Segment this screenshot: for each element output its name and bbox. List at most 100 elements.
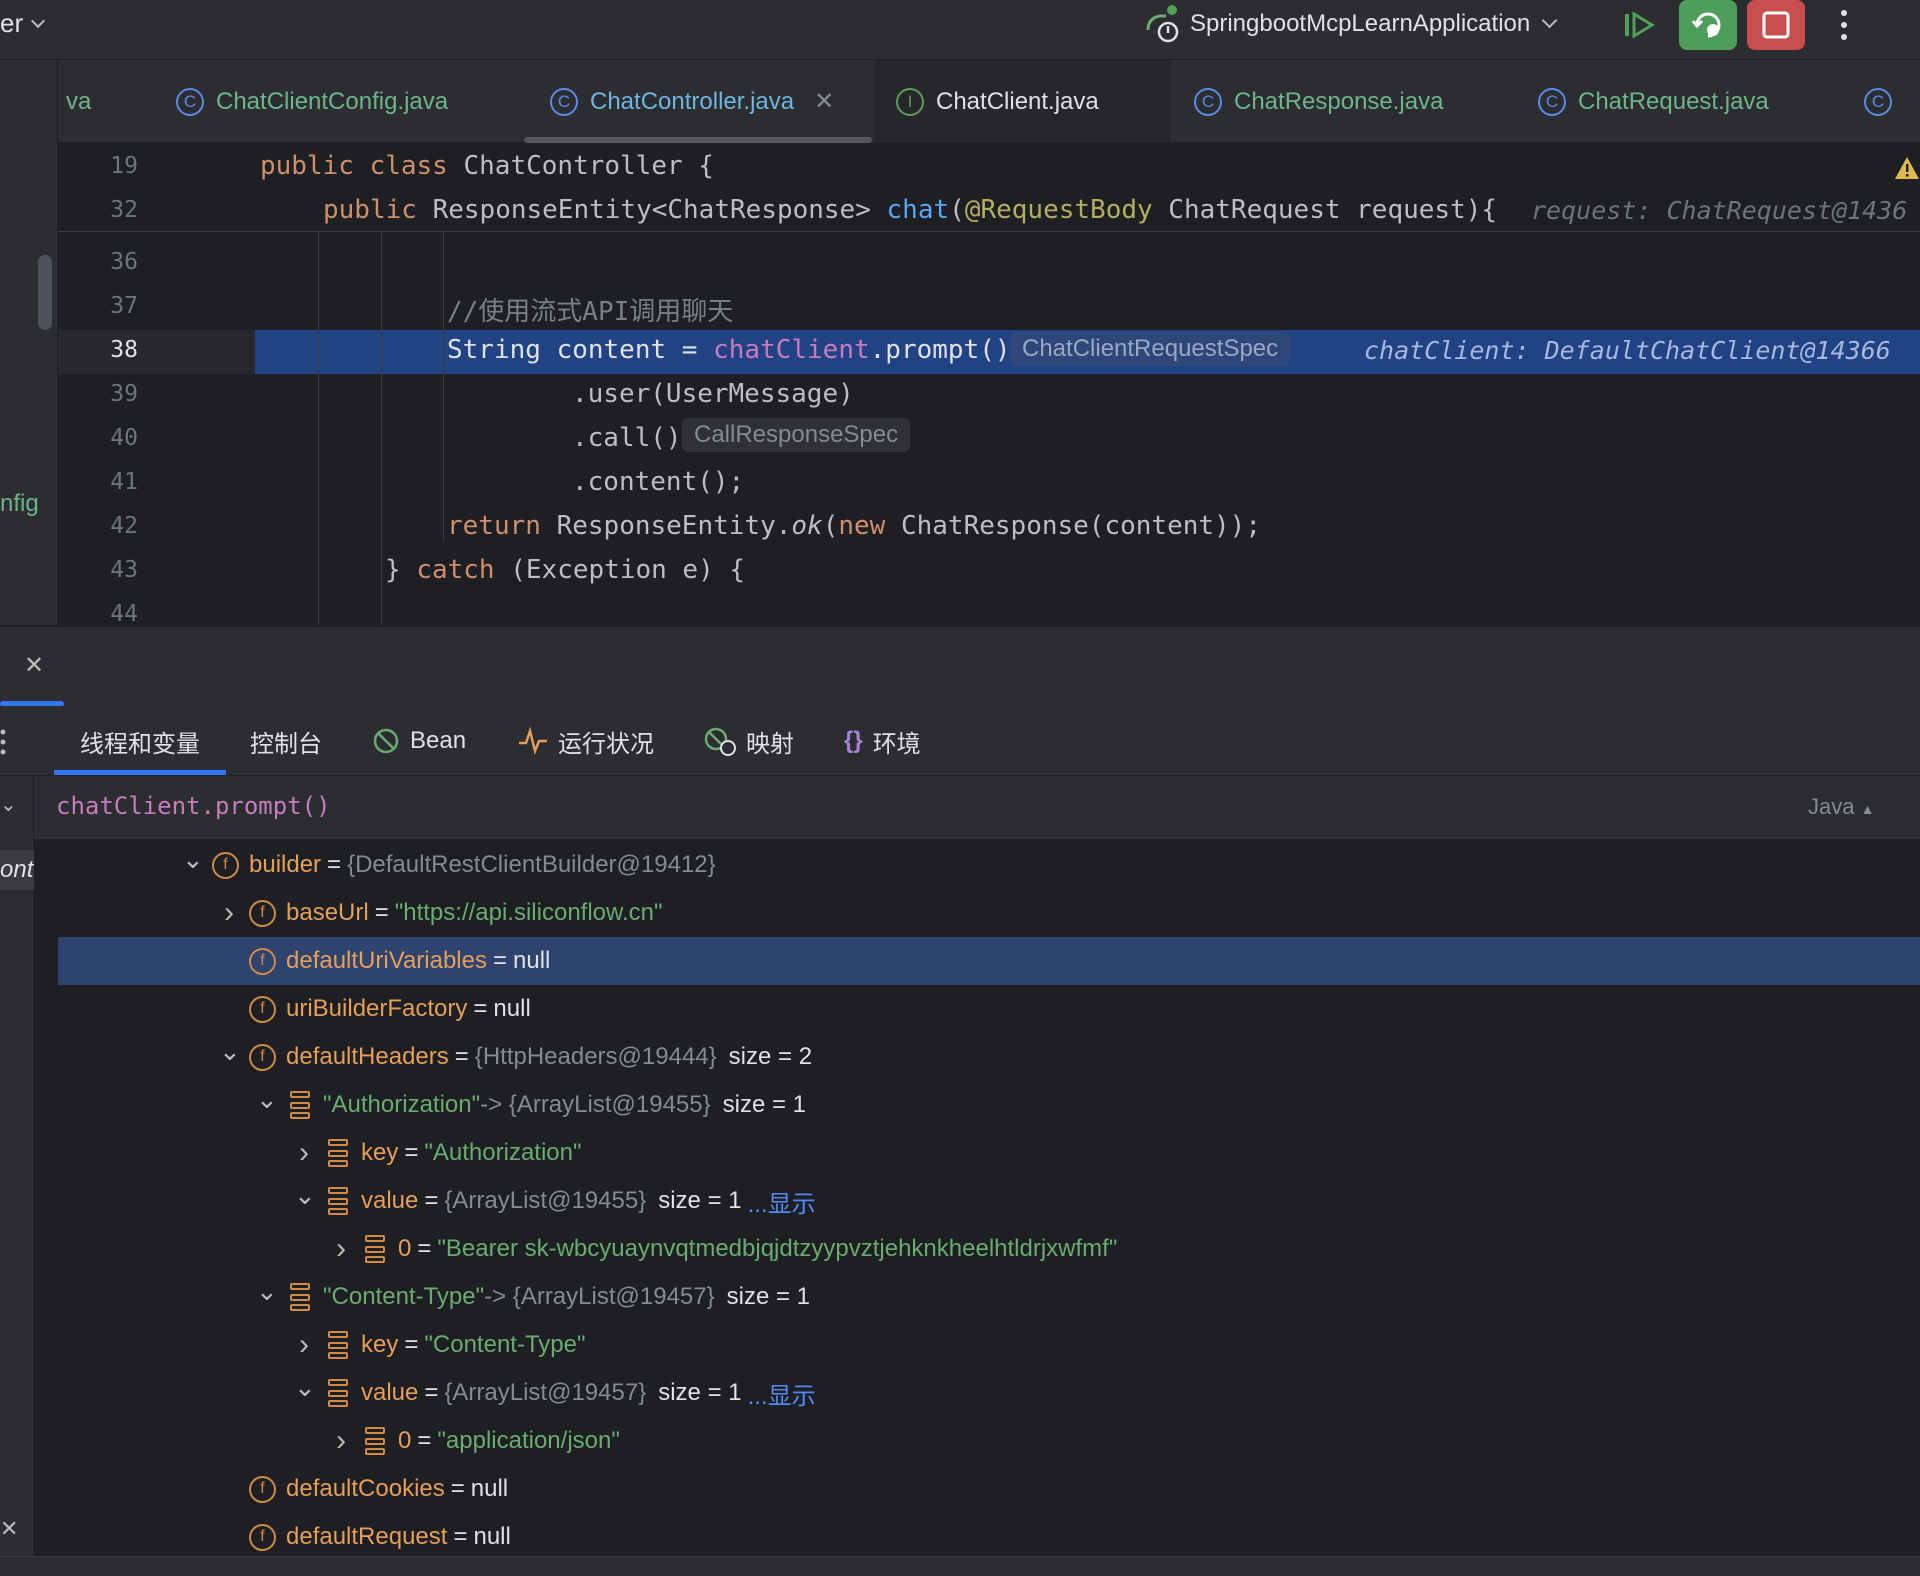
variable-row[interactable]: f uriBuilderFactory = null: [58, 985, 1920, 1033]
tab-chatclient[interactable]: I ChatClient.java: [896, 60, 1099, 143]
variable-reference: {ArrayList@19457}: [444, 1379, 647, 1406]
tab-label: ChatController.java: [590, 87, 795, 115]
tab-health[interactable]: 运行状况: [518, 706, 654, 776]
expression-input[interactable]: chatClient.prompt(): [56, 792, 331, 820]
variable-row[interactable]: ⌄ "Content-Type" -> {ArrayList@19457} size…: [58, 1273, 1920, 1321]
show-value-link[interactable]: ...显示: [748, 1184, 816, 1219]
variable-row[interactable]: f defaultCookies = null: [58, 1465, 1920, 1513]
tab-chatcontroller[interactable]: C ChatController.java ✕: [550, 60, 834, 143]
code-line: public class ChatController {: [260, 151, 714, 181]
tab-label: ChatRequest.java: [1578, 87, 1769, 115]
evaluate-expression-bar[interactable]: chatClient.prompt() Java ▲: [34, 776, 1920, 840]
class-icon: C: [176, 87, 204, 116]
tab-label: ChatClient.java: [936, 87, 1099, 115]
variable-row[interactable]: ⌄ "Authorization" -> {ArrayList@19455} siz…: [58, 1081, 1920, 1129]
list-icon: [365, 1235, 385, 1263]
tab-partial[interactable]: va: [66, 60, 91, 143]
variable-row[interactable]: ⌄ f defaultHeaders = {HttpHeaders@19444} size…: [58, 1033, 1920, 1081]
project-tree-item[interactable]: nfig: [0, 490, 39, 518]
variable-size: size = 2: [728, 1043, 813, 1070]
close-tab-icon[interactable]: ✕: [814, 87, 834, 116]
line-number: 42: [110, 513, 138, 539]
tab-console[interactable]: 控制台: [250, 706, 322, 776]
warning-icon[interactable]: [1894, 155, 1920, 181]
variable-name: uriBuilderFactory: [286, 995, 468, 1022]
run-configuration-selector[interactable]: SpringbootMcpLearnApplication: [1142, 5, 1558, 43]
chevron-down-icon[interactable]: ⌄: [256, 1276, 278, 1307]
variable-row[interactable]: ⌄ value = {ArrayList@19455} size = 1 ...显示: [58, 1177, 1920, 1225]
type-hint: ChatClientRequestSpec: [1010, 332, 1291, 366]
list-icon: [290, 1283, 310, 1311]
indent-guide: [318, 231, 319, 625]
tab-label: 运行状况: [558, 730, 654, 758]
line-number: 41: [110, 469, 138, 495]
tab-environment[interactable]: {} 环境: [844, 706, 921, 776]
chevron-down-icon[interactable]: ⌄: [219, 1036, 241, 1067]
variable-row[interactable]: › 0 = "Bearer sk-wbcyuaynvqtmedbjqjdtzyypvz…: [58, 1225, 1920, 1273]
line-number: 37: [110, 293, 138, 319]
more-vertical-icon[interactable]: [0, 728, 8, 756]
frame-item[interactable]: onti: [0, 850, 34, 890]
stop-button[interactable]: [1747, 0, 1805, 50]
chevron-right-icon[interactable]: ›: [294, 1136, 314, 1170]
language-selector[interactable]: Java ▲: [1808, 794, 1874, 820]
variables-tree[interactable]: ⌄ f builder = {DefaultRestClientBuilder@1941…: [34, 841, 1920, 1556]
variable-name: value: [361, 1379, 419, 1406]
health-pulse-icon: [519, 727, 547, 755]
variable-row[interactable]: › f baseUrl = "https://api.siliconflow.cn": [58, 889, 1920, 937]
line-number: 43: [110, 557, 138, 583]
variable-name: baseUrl: [286, 899, 369, 926]
tab-overflow[interactable]: C: [1864, 60, 1904, 143]
chevron-right-icon[interactable]: ›: [294, 1328, 314, 1362]
tab-mappings[interactable]: 映射: [704, 706, 794, 776]
variable-row[interactable]: f defaultUriVariables = null: [58, 937, 1920, 985]
rerun-debug-button[interactable]: [1679, 0, 1737, 50]
resume-button[interactable]: [1610, 0, 1668, 50]
tab-chatresponse[interactable]: C ChatResponse.java: [1194, 60, 1443, 143]
variable-name: 0: [398, 1235, 412, 1262]
variable-row[interactable]: › 0 = "application/json": [58, 1417, 1920, 1465]
variable-reference: {HttpHeaders@19444}: [474, 1043, 717, 1070]
variable-string-value: "Authorization": [424, 1139, 582, 1166]
variable-row[interactable]: ⌄ value = {ArrayList@19457} size = 1 ...显示: [58, 1369, 1920, 1417]
line-number: 19: [110, 153, 138, 179]
debug-tool-window-header: ✕: [0, 626, 1920, 707]
tab-chatrequest[interactable]: C ChatRequest.java: [1538, 60, 1769, 143]
project-scrollbar[interactable]: [38, 255, 52, 330]
variable-string-value: "application/json": [437, 1427, 620, 1454]
variable-row[interactable]: › key = "Authorization": [58, 1129, 1920, 1177]
more-vertical-icon: [1841, 10, 1847, 40]
tab-chatclientconfig[interactable]: C ChatClientConfig.java: [176, 60, 448, 143]
equals-sign: =: [424, 1379, 439, 1406]
more-actions-button[interactable]: [1815, 0, 1873, 50]
chevron-right-icon[interactable]: ›: [219, 896, 239, 930]
tab-bean[interactable]: Bean: [372, 706, 466, 776]
chevron-right-icon[interactable]: ›: [331, 1232, 351, 1266]
chevron-down-icon[interactable]: ⌄: [294, 1180, 316, 1211]
language-label: Java: [1808, 794, 1855, 819]
tab-threads-variables[interactable]: 线程和变量: [80, 706, 200, 776]
equals-sign: =: [454, 1043, 469, 1070]
close-icon[interactable]: ✕: [0, 1516, 18, 1542]
code-line: public ResponseEntity<ChatResponse> chat…: [323, 195, 1498, 225]
line-number: 40: [110, 425, 138, 451]
class-icon: C: [1538, 87, 1566, 116]
variable-row[interactable]: f defaultRequest = null: [58, 1513, 1920, 1556]
chevron-down-icon[interactable]: ⌄: [0, 792, 17, 817]
chevron-right-icon[interactable]: ›: [331, 1424, 351, 1458]
line-number: 38: [110, 337, 138, 363]
title-bar: er SpringbootMcpLearnApplication: [0, 0, 1920, 60]
show-value-link[interactable]: ...显示: [748, 1376, 816, 1411]
variable-name: defaultHeaders: [286, 1043, 449, 1070]
chevron-down-icon[interactable]: ⌄: [182, 844, 204, 875]
chevron-down-icon[interactable]: ⌄: [294, 1372, 316, 1403]
tab-label: Bean: [410, 727, 467, 754]
project-menu[interactable]: er: [0, 8, 46, 39]
chevron-down-icon[interactable]: ⌄: [256, 1084, 278, 1115]
variable-row[interactable]: ⌄ f builder = {DefaultRestClientBuilder@1941…: [58, 841, 1920, 889]
line-number: 44: [110, 601, 138, 625]
code-editor[interactable]: 19 public class ChatController { 32 publ…: [58, 143, 1920, 625]
variable-row[interactable]: › key = "Content-Type": [58, 1321, 1920, 1369]
close-session-icon[interactable]: ✕: [24, 651, 44, 680]
variable-name: defaultUriVariables: [286, 947, 487, 974]
